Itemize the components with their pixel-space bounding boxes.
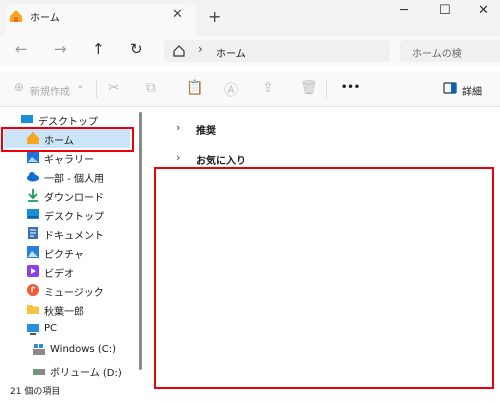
command-divider bbox=[96, 80, 97, 98]
drive-d-icon bbox=[33, 369, 45, 375]
breadcrumb-home[interactable]: ホーム bbox=[216, 45, 246, 60]
content-highlight-box bbox=[154, 167, 494, 389]
up-button[interactable]: ↑ bbox=[92, 40, 105, 58]
details-button[interactable]: 詳細 bbox=[462, 83, 482, 98]
close-window-button[interactable]: ✕ bbox=[478, 3, 489, 18]
forward-button[interactable]: → bbox=[54, 40, 67, 58]
sidebar-item-drive-d[interactable]: ボリューム (D:) bbox=[0, 361, 134, 380]
delete-icon[interactable]: 🗑 bbox=[300, 80, 318, 96]
home-highlight-box bbox=[1, 127, 134, 152]
sidebar-item-label: デスクトップ bbox=[44, 212, 104, 223]
onedrive-icon bbox=[27, 172, 39, 182]
music-icon bbox=[27, 284, 39, 296]
new-plus-icon: ⊕ bbox=[14, 80, 25, 94]
share-icon[interactable]: ⇪ bbox=[262, 80, 274, 96]
pictures-icon bbox=[27, 246, 39, 258]
sidebar-item-label: ドキュメント bbox=[44, 231, 104, 242]
sidebar-item-label: ミュージック bbox=[44, 288, 104, 299]
sidebar-item-label: ギャラリー bbox=[44, 155, 94, 166]
download-icon bbox=[28, 189, 38, 202]
new-button[interactable]: 新規作成 bbox=[30, 83, 70, 98]
pc-icon bbox=[27, 324, 39, 335]
sidebar-item-downloads[interactable]: ダウンロード bbox=[0, 186, 134, 205]
tab-title: ホーム bbox=[30, 13, 60, 24]
sidebar-item-pc[interactable]: PC bbox=[0, 320, 134, 339]
sidebar-item-label: ダウンロード bbox=[44, 193, 104, 204]
gallery-icon bbox=[27, 151, 39, 163]
copy-icon[interactable]: ⧉ bbox=[146, 80, 156, 96]
sidebar-item-pictures[interactable]: ピクチャ bbox=[0, 243, 134, 262]
desktop-folder-icon bbox=[21, 115, 33, 123]
sidebar-item-user-folder[interactable]: 秋葉一郎 bbox=[0, 300, 134, 319]
sidebar-item-label: ボリューム (D:) bbox=[50, 368, 122, 379]
sidebar-item-label: ビデオ bbox=[44, 269, 74, 280]
sidebar-item-onedrive[interactable]: 一部 - 個人用 bbox=[0, 167, 134, 186]
home-outline-icon bbox=[173, 45, 185, 57]
command-divider bbox=[326, 80, 327, 98]
user-folder-icon bbox=[27, 305, 39, 314]
recommended-chevron-icon[interactable]: › bbox=[176, 121, 180, 134]
sidebar-item-desktop[interactable]: デスクトップ bbox=[0, 205, 134, 224]
search-placeholder: ホームの検 bbox=[412, 49, 462, 60]
sidebar-item-drive-c[interactable]: Windows (C:) bbox=[0, 341, 134, 360]
status-item-count: 21 個の項目 bbox=[10, 387, 61, 397]
breadcrumb-separator: › bbox=[198, 42, 203, 56]
sidebar-item-label: デスクトップ bbox=[38, 117, 98, 128]
sidebar-item-label: ピクチャ bbox=[44, 250, 84, 261]
sidebar-item-label: 一部 - 個人用 bbox=[44, 174, 104, 185]
paste-icon[interactable]: 📋 bbox=[186, 80, 203, 96]
command-bar bbox=[0, 72, 500, 107]
sidebar-item-label: Windows (C:) bbox=[50, 344, 116, 355]
sidebar-item-videos[interactable]: ビデオ bbox=[0, 262, 134, 281]
sidebar-item-music[interactable]: ミュージック bbox=[0, 281, 134, 300]
desktop-icon bbox=[27, 209, 39, 219]
more-options-button[interactable]: ••• bbox=[341, 82, 360, 93]
documents-icon bbox=[28, 227, 38, 239]
section-favorites[interactable]: お気に入り bbox=[196, 152, 246, 167]
sidebar-item-label: 秋葉一郎 bbox=[44, 307, 84, 318]
rename-icon[interactable]: Ⓐ bbox=[224, 80, 238, 100]
new-chevron-icon: ⌄ bbox=[76, 80, 85, 91]
favorites-chevron-icon[interactable]: › bbox=[176, 151, 180, 164]
videos-icon bbox=[27, 265, 39, 277]
cut-icon[interactable]: ✂ bbox=[108, 80, 120, 96]
home-icon bbox=[10, 10, 22, 22]
back-button[interactable]: ← bbox=[15, 40, 28, 58]
new-tab-button[interactable]: + bbox=[208, 7, 221, 26]
close-tab-icon[interactable]: ✕ bbox=[172, 7, 183, 22]
maximize-button[interactable]: ☐ bbox=[439, 3, 451, 18]
refresh-button[interactable]: ↻ bbox=[130, 40, 143, 58]
minimize-button[interactable]: ─ bbox=[400, 3, 408, 18]
sidebar-scrollbar[interactable] bbox=[139, 112, 142, 370]
sidebar-item-label: PC bbox=[44, 323, 58, 334]
sidebar-item-documents[interactable]: ドキュメント bbox=[0, 224, 134, 243]
details-pane-icon bbox=[443, 82, 457, 94]
drive-c-icon bbox=[33, 344, 45, 355]
section-recommended[interactable]: 推奨 bbox=[196, 122, 216, 137]
